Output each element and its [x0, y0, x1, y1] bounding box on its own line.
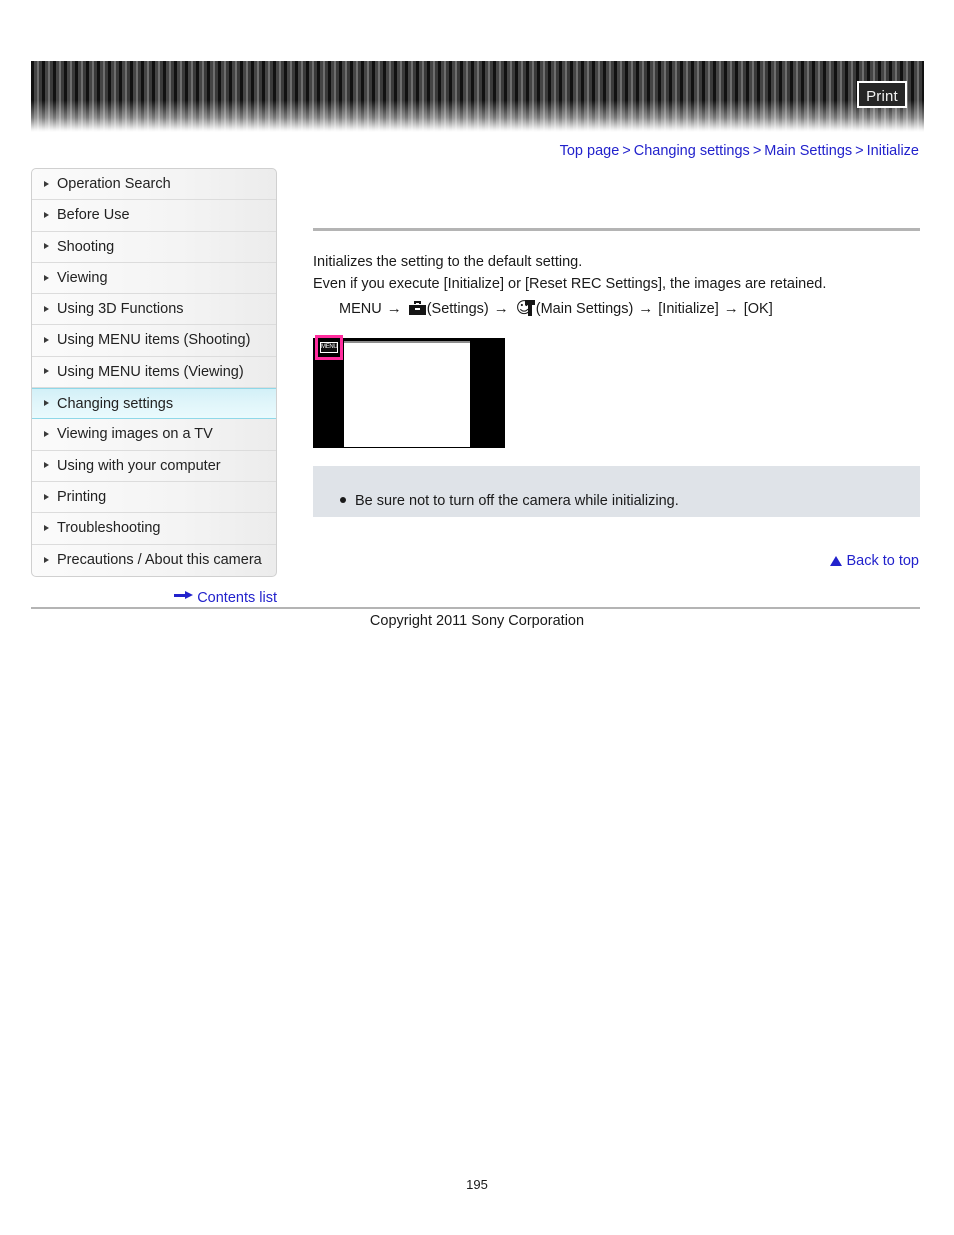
note-text: Be sure not to turn off the camera while… [355, 493, 679, 509]
arrow-icon: → [723, 300, 739, 317]
paragraph-retained: Even if you execute [Initialize] or [Res… [313, 276, 827, 292]
content-divider [313, 228, 920, 231]
arrow-right-icon [174, 591, 194, 600]
note-callout: Be sure not to turn off the camera while… [313, 466, 920, 517]
breadcrumb-separator: > [752, 143, 762, 159]
sidebar-item-changing-settings[interactable]: Changing settings [32, 388, 276, 420]
triangle-up-icon [830, 556, 843, 566]
contents-list-link[interactable]: Contents list [174, 590, 277, 606]
sidebar-item-label: Viewing images on a TV [57, 426, 213, 443]
arrow-icon: → [386, 300, 402, 317]
chevron-right-icon [44, 305, 49, 312]
sidebar-item-label: Using MENU items (Shooting) [57, 332, 251, 349]
toolbox-settings-icon [408, 301, 426, 315]
footer-divider [31, 607, 920, 609]
sidebar-item-using-3d-functions[interactable]: Using 3D Functions [32, 294, 276, 326]
chevron-right-icon [44, 274, 49, 281]
sidebar-item-operation-search[interactable]: Operation Search [32, 169, 276, 201]
chevron-right-icon [44, 180, 49, 187]
sidebar-item-troubleshooting[interactable]: Troubleshooting [32, 513, 276, 545]
menu-button-label: MENU [320, 342, 338, 353]
menu-path-instruction: MENU → (Settings) → ☺ (Main Settings) → [Initia… [339, 299, 773, 319]
breadcrumb-separator: > [622, 143, 631, 159]
sidebar-item-before-use[interactable]: Before Use [32, 200, 276, 232]
chevron-right-icon [44, 524, 49, 531]
sidebar-item-label: Using 3D Functions [57, 301, 184, 318]
breadcrumb-item-main-settings[interactable]: Main Settings [764, 143, 852, 159]
paragraph-intro: Initializes the setting to the default s… [313, 254, 583, 270]
menu-path-initialize-label: [Initialize] [658, 301, 719, 317]
page-number: 195 [466, 1177, 488, 1192]
menu-path-start: MENU [339, 301, 382, 317]
wrench-hammer-main-settings-icon: ☺ [516, 300, 535, 316]
sidebar-item-shooting[interactable]: Shooting [32, 232, 276, 263]
content-body: Initializes the setting to the default s… [313, 251, 920, 295]
chevron-right-icon [44, 400, 49, 407]
sidebar-item-label: Printing [57, 488, 107, 505]
sidebar-item-using-menu-items-shooting[interactable]: Using MENU items (Shooting) [32, 325, 276, 357]
back-to-top-label: Back to top [846, 553, 919, 569]
menu-path-settings-label: (Settings) [426, 301, 489, 317]
chevron-right-icon [44, 243, 49, 250]
sidebar-item-viewing-images-on-a-tv[interactable]: Viewing images on a TV [32, 419, 276, 451]
sidebar-item-printing[interactable]: Printing [32, 482, 276, 514]
lcd-display-area [344, 341, 470, 447]
menu-path-main-settings-label: (Main Settings) [535, 301, 634, 317]
sidebar-item-label: Using MENU items (Viewing) [57, 363, 244, 380]
sidebar-item-label: Precautions / About this camera [57, 551, 262, 568]
chevron-right-icon [44, 368, 49, 375]
sidebar-item-label: Changing settings [57, 396, 174, 413]
sidebar-navigation: Operation Search Before Use Shooting Vie… [31, 168, 277, 577]
sidebar-item-using-menu-items-viewing[interactable]: Using MENU items (Viewing) [32, 357, 276, 389]
menu-button-icon: MENU [315, 335, 343, 360]
chevron-right-icon [44, 462, 49, 469]
sidebar-item-label: Using with your computer [57, 457, 221, 474]
breadcrumb-item-initialize[interactable]: Initialize [867, 143, 919, 159]
breadcrumb: Top page > Changing settings > Main Settings… [560, 143, 919, 159]
breadcrumb-item-changing-settings[interactable]: Changing settings [634, 143, 750, 159]
sidebar-item-viewing[interactable]: Viewing [32, 263, 276, 295]
header-banner [31, 61, 924, 132]
copyright-text: Copyright 2011 Sony Corporation [369, 613, 585, 629]
breadcrumb-separator: > [855, 143, 864, 159]
arrow-icon: → [493, 300, 509, 317]
sidebar-item-using-with-your-computer[interactable]: Using with your computer [32, 451, 276, 482]
contents-list-container: Contents list [31, 590, 277, 606]
note-line: Be sure not to turn off the camera while… [340, 492, 679, 510]
chevron-right-icon [44, 556, 49, 563]
back-to-top-link[interactable]: Back to top [830, 553, 919, 569]
chevron-right-icon [44, 493, 49, 500]
camera-screen-illustration: MENU [313, 335, 505, 448]
contents-list-label: Contents list [197, 590, 277, 606]
chevron-right-icon [44, 211, 49, 218]
bullet-icon [340, 497, 346, 503]
menu-path-ok-label: [OK] [743, 301, 773, 317]
breadcrumb-item-top-page[interactable]: Top page [560, 143, 620, 159]
sidebar-item-precautions-about-this-camera[interactable]: Precautions / About this camera [32, 545, 276, 576]
sidebar-item-label: Operation Search [57, 176, 171, 192]
sidebar-item-label: Viewing [57, 269, 108, 286]
chevron-right-icon [44, 431, 49, 438]
sidebar-item-label: Shooting [57, 238, 115, 255]
chevron-right-icon [44, 337, 49, 344]
arrow-icon: → [638, 300, 654, 317]
print-button[interactable]: Print [857, 81, 907, 108]
sidebar-item-label: Troubleshooting [57, 520, 161, 537]
sidebar-item-label: Before Use [57, 207, 130, 224]
